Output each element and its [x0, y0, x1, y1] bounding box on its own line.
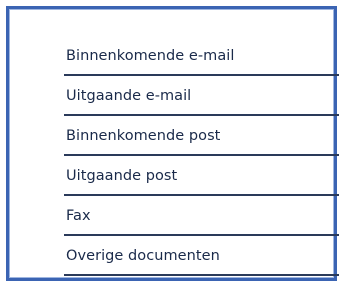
- menu-item-other-documents[interactable]: Overige documenten: [64, 236, 339, 276]
- menu-item-outgoing-email[interactable]: Uitgaande e-mail: [64, 76, 339, 116]
- menu-panel: Binnenkomende e-mail Uitgaande e-mail Bi…: [6, 6, 339, 281]
- menu-item-label: Binnenkomende e-mail: [66, 48, 235, 64]
- menu-item-outgoing-post[interactable]: Uitgaande post: [64, 156, 339, 196]
- menu-item-underline: [64, 274, 339, 276]
- menu-item-label: Uitgaande post: [66, 168, 178, 184]
- menu-item-label: Fax: [66, 208, 91, 224]
- menu-item-incoming-post[interactable]: Binnenkomende post: [64, 116, 339, 156]
- menu-item-incoming-email[interactable]: Binnenkomende e-mail: [64, 36, 339, 76]
- menu-item-label: Uitgaande e-mail: [66, 88, 192, 104]
- menu-item-label: Binnenkomende post: [66, 128, 221, 144]
- document-type-menu: Binnenkomende e-mail Uitgaande e-mail Bi…: [64, 36, 339, 276]
- menu-item-fax[interactable]: Fax: [64, 196, 339, 236]
- menu-item-label: Overige documenten: [66, 248, 220, 264]
